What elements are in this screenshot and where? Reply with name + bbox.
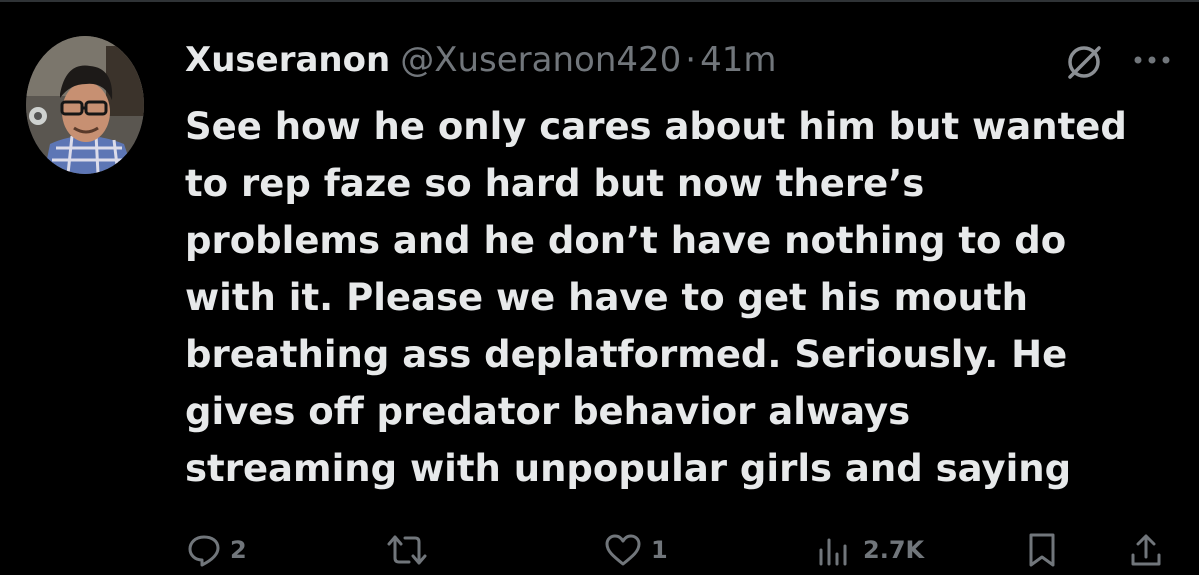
avatar-photo <box>26 36 144 174</box>
reply-count: 2 <box>230 536 247 564</box>
share-icon <box>1131 534 1161 566</box>
tweet-timestamp[interactable]: 41m <box>700 40 776 80</box>
reply-icon <box>188 535 220 567</box>
bookmark-icon <box>1029 533 1055 567</box>
top-divider <box>0 0 1199 2</box>
like-icon <box>605 534 641 566</box>
tweet-text-line: gives off predator behavior always <box>185 390 911 433</box>
repost-icon <box>387 535 427 565</box>
share-button[interactable] <box>1128 528 1164 572</box>
tweet-text: See how he only cares about him but want… <box>185 98 1185 497</box>
tweet-text-line: breathing ass deplatformed. Seriously. H… <box>185 333 1068 376</box>
repost-button[interactable] <box>385 528 437 572</box>
like-count: 1 <box>651 536 668 564</box>
author-handle[interactable]: @Xuseranon420 <box>400 40 681 80</box>
header-separator: · <box>685 40 697 80</box>
tweet-action-bar: 2 1 2.7K <box>0 528 1199 572</box>
tweet-text-line: streaming with unpopular girls and sayin… <box>185 447 1072 490</box>
like-button[interactable]: 1 <box>603 528 668 572</box>
tweet-text-line: with it. Please we have to get his mouth <box>185 276 1028 319</box>
bookmark-button[interactable] <box>1026 528 1058 572</box>
tweet-header: Xuseranon @Xuseranon420 · 41m <box>185 38 1065 84</box>
tweet-text-line: See how he only cares about him but want… <box>185 105 1127 148</box>
author-display-name[interactable]: Xuseranon <box>185 40 390 80</box>
tweet-text-line: problems and he don’t have nothing to do <box>185 219 1067 262</box>
views-button[interactable]: 2.7K <box>815 528 924 572</box>
tweet-text-line: to rep faze so hard but now there’s <box>185 162 925 205</box>
grok-icon[interactable] <box>1064 42 1104 82</box>
more-icon[interactable] <box>1128 48 1176 72</box>
views-icon <box>819 538 847 566</box>
avatar[interactable] <box>26 36 144 174</box>
reply-button[interactable]: 2 <box>186 528 247 572</box>
views-count: 2.7K <box>863 536 925 564</box>
